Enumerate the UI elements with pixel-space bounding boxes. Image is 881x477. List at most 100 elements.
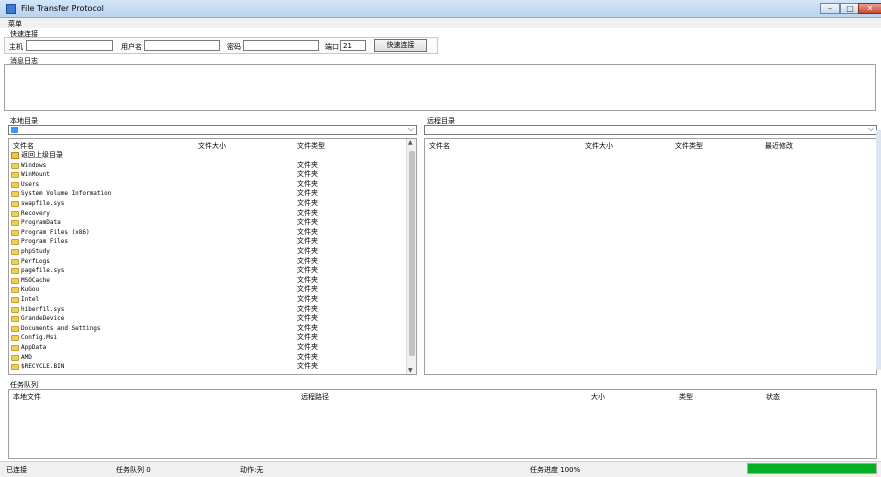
folder-icon	[11, 316, 19, 323]
local-scrollbar[interactable]: ▲ ▼	[406, 139, 416, 374]
table-row[interactable]: MSOCache 文件夹	[9, 276, 416, 286]
folder-icon	[11, 239, 19, 246]
queue-col-type[interactable]: 类型	[679, 392, 693, 402]
local-col-name[interactable]: 文件名	[13, 141, 34, 151]
file-name: phpStudy	[21, 248, 50, 255]
file-type: 文件夹	[297, 275, 318, 284]
message-log[interactable]	[4, 64, 876, 111]
file-name: Config.Msi	[21, 334, 58, 342]
user-label: 用户名	[121, 43, 142, 51]
minimize-button[interactable]: –	[820, 3, 840, 14]
table-row[interactable]: Program Files (x86) 文件夹	[9, 228, 416, 238]
table-row[interactable]: System Volume Information 文件夹	[9, 189, 416, 199]
remote-file-list[interactable]: 文件名 文件大小 文件类型 最近修改	[424, 138, 877, 375]
local-scroll-thumb[interactable]	[409, 151, 415, 356]
folder-icon	[11, 249, 19, 255]
folder-icon	[11, 220, 19, 227]
file-name: Program Files (x86)	[21, 228, 90, 236]
close-button[interactable]: ✕	[858, 3, 881, 14]
queue-col-local[interactable]: 本地文件	[13, 392, 41, 402]
table-row[interactable]: AMD 文件夹	[9, 353, 416, 363]
file-type: 文件夹	[297, 189, 318, 198]
table-row[interactable]: Intel 文件夹	[9, 295, 416, 305]
progress-fill	[748, 464, 876, 473]
file-name: Program Files	[21, 238, 68, 246]
parent-dir-row[interactable]: 返回上级目录	[9, 151, 416, 161]
status-connection: 已连接	[6, 466, 27, 474]
table-row[interactable]: Users 文件夹	[9, 180, 416, 190]
status-queue: 任务队列 0	[116, 466, 151, 474]
folder-icon	[11, 172, 19, 179]
host-input[interactable]	[26, 40, 113, 51]
file-name: Windows	[21, 161, 47, 169]
folder-icon	[11, 229, 19, 236]
queue-col-size[interactable]: 大小	[591, 392, 605, 402]
table-row[interactable]: WinMount 文件夹	[9, 170, 416, 180]
remote-col-modified[interactable]: 最近修改	[765, 141, 793, 151]
file-type: 文件夹	[297, 199, 318, 207]
menu-item-main[interactable]: 菜单	[8, 19, 22, 29]
remote-col-type[interactable]: 文件类型	[675, 141, 703, 151]
table-row[interactable]: hiberfil.sys 文件夹	[9, 305, 416, 315]
file-type: 文件夹	[297, 218, 318, 227]
local-col-type[interactable]: 文件类型	[297, 141, 325, 151]
local-path-combo[interactable]: ⌵	[8, 124, 417, 135]
local-col-size[interactable]: 文件大小	[198, 141, 226, 151]
table-row[interactable]: $RECYCLE.BIN 文件夹	[9, 362, 416, 372]
folder-icon	[11, 297, 19, 303]
quick-connect-button[interactable]: 快速连接	[374, 39, 427, 52]
local-file-list[interactable]: 文件名 文件大小 文件类型 返回上级目录 Windows 文件夹 WinMount 文件…	[8, 138, 417, 375]
file-type: 文件夹	[297, 237, 318, 246]
remote-path-combo[interactable]: ⌵	[424, 124, 877, 135]
chevron-down-icon[interactable]: ⌵	[868, 124, 874, 134]
file-name: 返回上级目录	[21, 151, 63, 159]
folder-icon	[11, 277, 19, 284]
folder-icon	[11, 325, 19, 332]
table-row[interactable]: Recovery 文件夹	[9, 209, 416, 219]
maximize-button[interactable]: □	[840, 3, 860, 14]
file-type: 文件夹	[297, 256, 318, 265]
table-row[interactable]: GrandeDevice 文件夹	[9, 314, 416, 324]
file-type: 文件夹	[297, 179, 318, 188]
table-row[interactable]: swapfile.sys 文件夹	[9, 199, 416, 209]
folder-icon	[11, 354, 19, 361]
file-type: 文件夹	[297, 227, 318, 236]
folder-up-icon	[11, 152, 19, 159]
file-name: pagefile.sys	[21, 267, 65, 275]
table-row[interactable]: Documents and Settings 文件夹	[9, 324, 416, 334]
table-row[interactable]: phpStudy 文件夹	[9, 247, 416, 257]
table-row[interactable]: Config.Msi 文件夹	[9, 333, 416, 343]
file-name: PerfLogs	[21, 257, 50, 265]
table-row[interactable]: pagefile.sys 文件夹	[9, 266, 416, 276]
table-row[interactable]: ProgramData 文件夹	[9, 218, 416, 228]
table-row[interactable]: PerfLogs 文件夹	[9, 257, 416, 267]
status-action: 动作:无	[240, 466, 264, 474]
scroll-up-icon[interactable]: ▲	[408, 139, 413, 146]
file-name: WinMount	[21, 171, 50, 179]
scroll-down-icon[interactable]: ▼	[408, 367, 413, 374]
password-input[interactable]	[243, 40, 319, 51]
remote-col-size[interactable]: 文件大小	[585, 141, 613, 151]
folder-icon	[11, 306, 19, 313]
remote-col-name[interactable]: 文件名	[429, 141, 450, 151]
menu-bar: 菜单	[0, 18, 881, 28]
file-name: MSOCache	[21, 276, 50, 284]
file-type: 文件夹	[297, 266, 318, 275]
file-type: 文件夹	[297, 160, 318, 169]
file-type: 文件夹	[297, 352, 318, 361]
file-name: $RECYCLE.BIN	[21, 363, 65, 371]
table-row[interactable]: KuGou 文件夹	[9, 285, 416, 295]
folder-icon	[11, 364, 19, 371]
task-queue-list[interactable]: 本地文件 远程路径 大小 类型 状态	[8, 389, 877, 459]
table-row[interactable]: AppData 文件夹	[9, 343, 416, 353]
username-input[interactable]	[144, 40, 220, 51]
file-name: hiberfil.sys	[21, 305, 65, 313]
file-type: 文件夹	[297, 304, 318, 313]
chevron-down-icon[interactable]: ⌵	[408, 124, 414, 134]
queue-col-remote[interactable]: 远程路径	[301, 392, 329, 402]
table-row[interactable]: Program Files 文件夹	[9, 237, 416, 247]
queue-col-status[interactable]: 状态	[766, 392, 780, 402]
table-row[interactable]: Windows 文件夹	[9, 161, 416, 171]
folder-icon	[11, 181, 19, 188]
port-input[interactable]	[340, 40, 366, 51]
